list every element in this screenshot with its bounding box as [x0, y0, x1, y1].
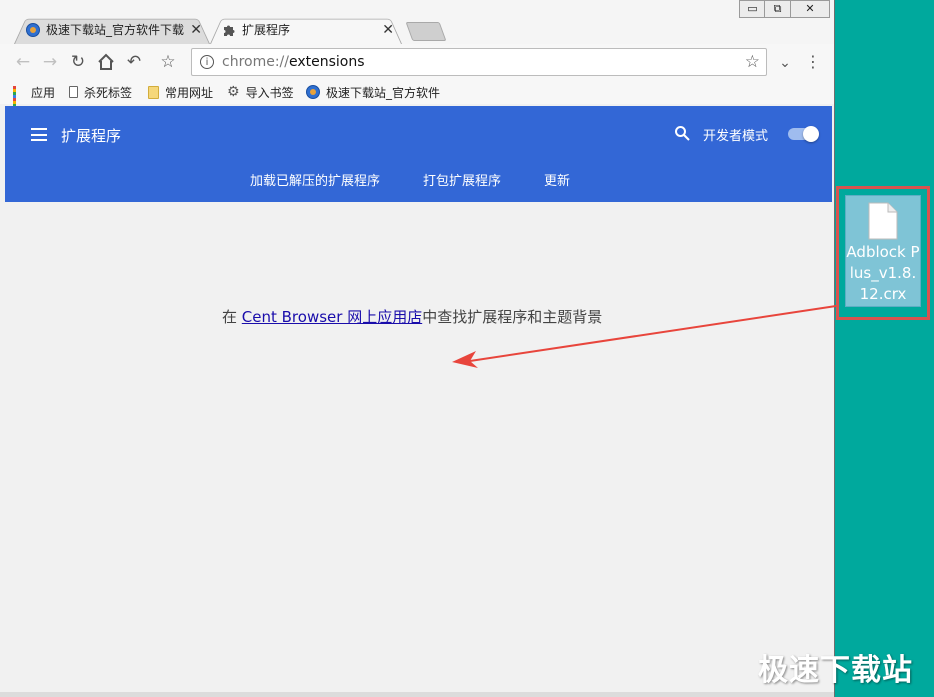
- watermark-text: 极速下载站: [758, 653, 913, 688]
- annotation-arrow: [452, 305, 837, 368]
